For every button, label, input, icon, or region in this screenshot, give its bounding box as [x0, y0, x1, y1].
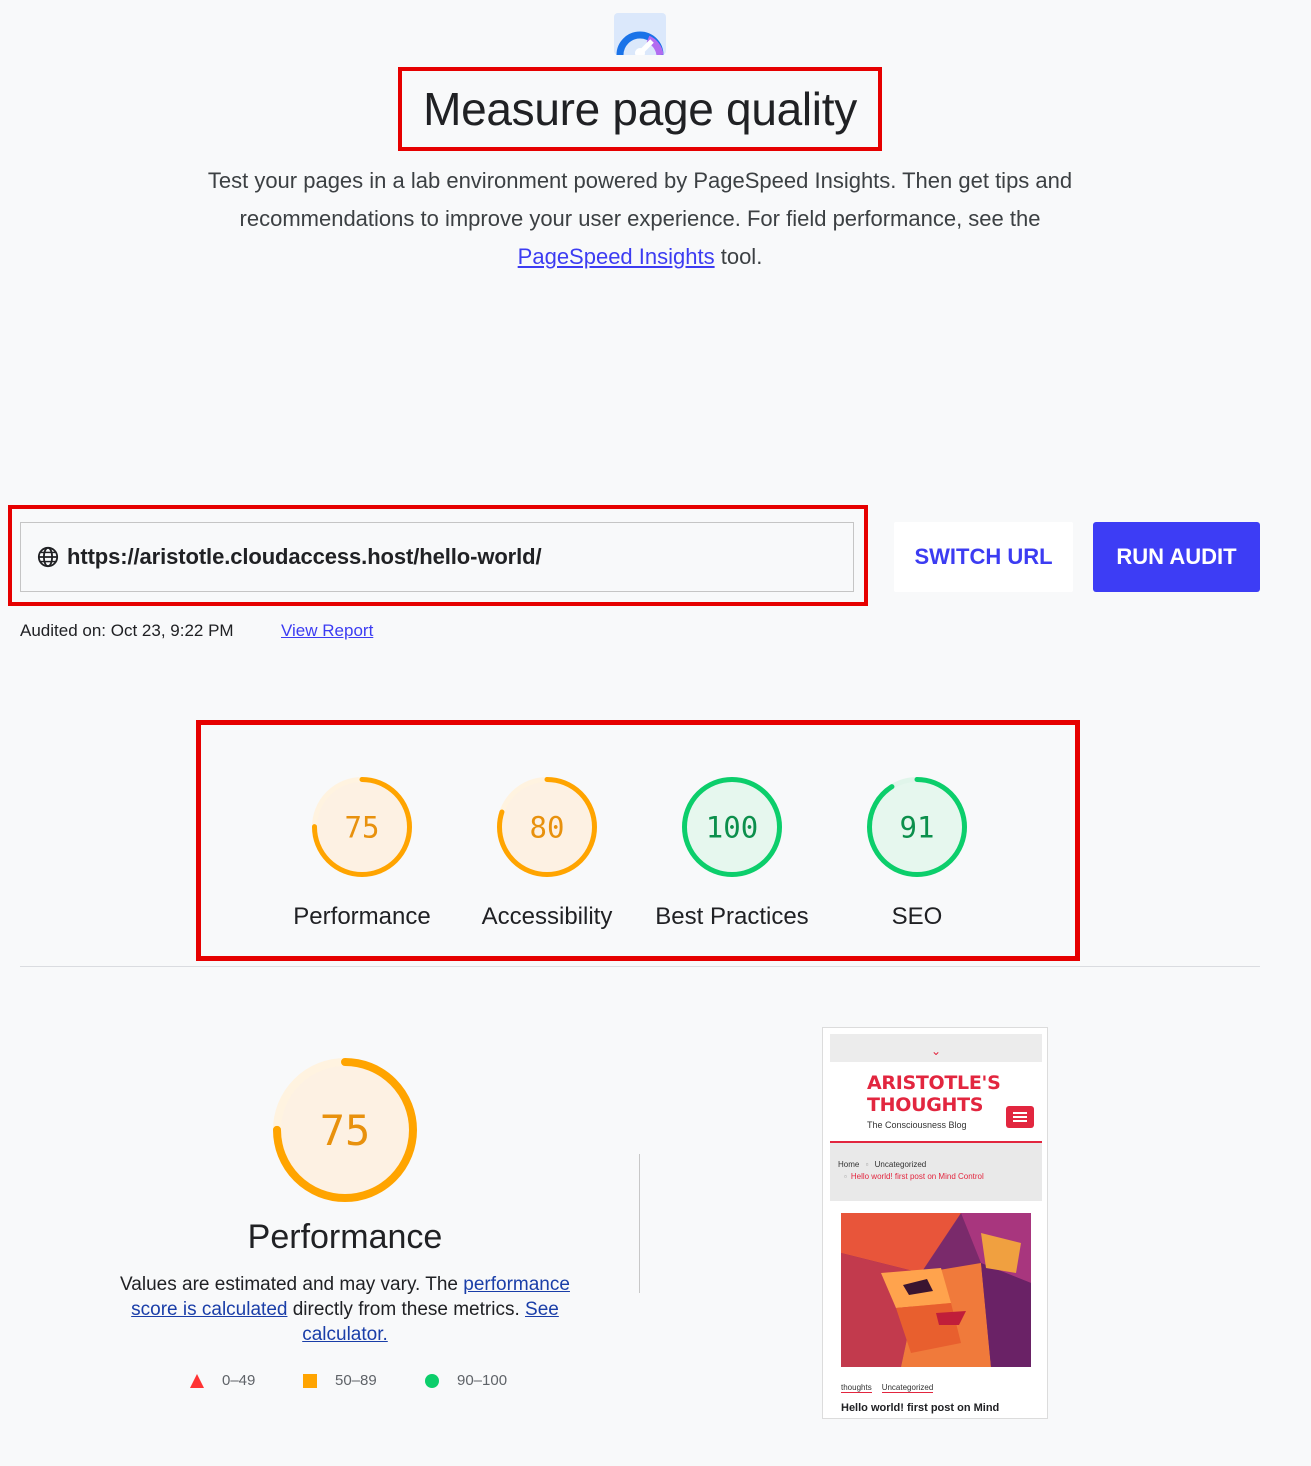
- gauge-best-practices[interactable]: 100: [681, 776, 791, 886]
- performance-title: Performance: [247, 1218, 443, 1256]
- hamburger-menu-icon: [1006, 1106, 1034, 1128]
- gauge-performance[interactable]: 75: [311, 776, 421, 886]
- lighthouse-logo-icon: [614, 13, 666, 58]
- section-divider: [20, 966, 1260, 967]
- url-highlight-box: [8, 505, 868, 606]
- gauge-value: 100: [706, 810, 758, 844]
- post-title: Hello world! first post on Mind: [841, 1402, 1000, 1414]
- intro-text-part: Test your pages in a lab environment pow…: [207, 168, 1073, 231]
- performance-desc-text-2: directly from these metrics.: [287, 1299, 526, 1320]
- breadcrumb-current: ▫ Hello world! first post on Mind Control: [844, 1172, 984, 1181]
- tag-uncategorized: Uncategorized: [881, 1383, 934, 1393]
- thumbnail-topbar: ⌄: [830, 1034, 1042, 1062]
- gauge-value: 80: [530, 810, 565, 844]
- gauge-value: 91: [900, 810, 935, 844]
- audited-timestamp: Audited on: Oct 23, 9:22 PM: [20, 621, 234, 640]
- tag-thoughts: thoughts: [841, 1383, 872, 1393]
- legend-range-average: 50–89: [335, 1372, 377, 1389]
- legend-range-pass: 90–100: [457, 1372, 508, 1389]
- legend-pass: 90–100: [424, 1372, 507, 1389]
- gauge-value: 75: [345, 810, 380, 844]
- view-report-link[interactable]: View Report: [281, 621, 373, 641]
- performance-desc-text: Values are estimated and may vary. The: [120, 1274, 464, 1295]
- breadcrumb-post: Hello world! first post on Mind Control: [850, 1172, 984, 1181]
- legend-range-fail: 0–49: [222, 1372, 256, 1389]
- gauge-label: SEO: [891, 903, 943, 930]
- post-tags: thoughts Uncategorized: [841, 1383, 943, 1393]
- intro-text: Test your pages in a lab environment pow…: [205, 162, 1075, 276]
- run-audit-button[interactable]: RUN AUDIT: [1093, 522, 1260, 592]
- title-highlight-box: [398, 67, 882, 151]
- intro-text-end: tool.: [714, 244, 763, 269]
- legend-fail: 0–49: [189, 1372, 255, 1389]
- gauge-label: Best Practices: [655, 903, 809, 930]
- breadcrumb-category: Uncategorized: [874, 1160, 927, 1169]
- gauge-label: Performance: [293, 903, 431, 930]
- performance-description: Values are estimated and may vary. The p…: [98, 1272, 592, 1347]
- circle-icon: [425, 1373, 439, 1388]
- gauge-value: 75: [320, 1106, 371, 1155]
- site-subtitle: The Consciousness Blog: [867, 1120, 967, 1130]
- breadcrumb-home: Home: [838, 1160, 860, 1169]
- performance-gauge-large: 75: [272, 1057, 418, 1203]
- legend-average: 50–89: [302, 1372, 377, 1389]
- pagespeed-insights-link[interactable]: PageSpeed Insights: [518, 244, 715, 269]
- chevron-down-icon: ⌄: [930, 1044, 942, 1058]
- gauge-accessibility[interactable]: 80: [496, 776, 606, 886]
- gauge-label: Accessibility: [481, 903, 613, 930]
- triangle-icon: [190, 1373, 204, 1388]
- square-icon: [303, 1373, 317, 1388]
- site-title: ARISTOTLE'S THOUGHTS: [867, 1072, 1001, 1116]
- vertical-divider: [639, 1154, 640, 1293]
- switch-url-button[interactable]: SWITCH URL: [894, 522, 1073, 592]
- gauge-seo[interactable]: 91: [866, 776, 976, 886]
- page-screenshot-thumbnail: ⌄ ARISTOTLE'S THOUGHTS The Consciousness…: [822, 1027, 1048, 1419]
- hero-image: [841, 1213, 1031, 1367]
- breadcrumb-path: Home ▫ Uncategorized: [838, 1160, 927, 1169]
- breadcrumb: Home ▫ Uncategorized ▫ Hello world! first…: [830, 1143, 1042, 1201]
